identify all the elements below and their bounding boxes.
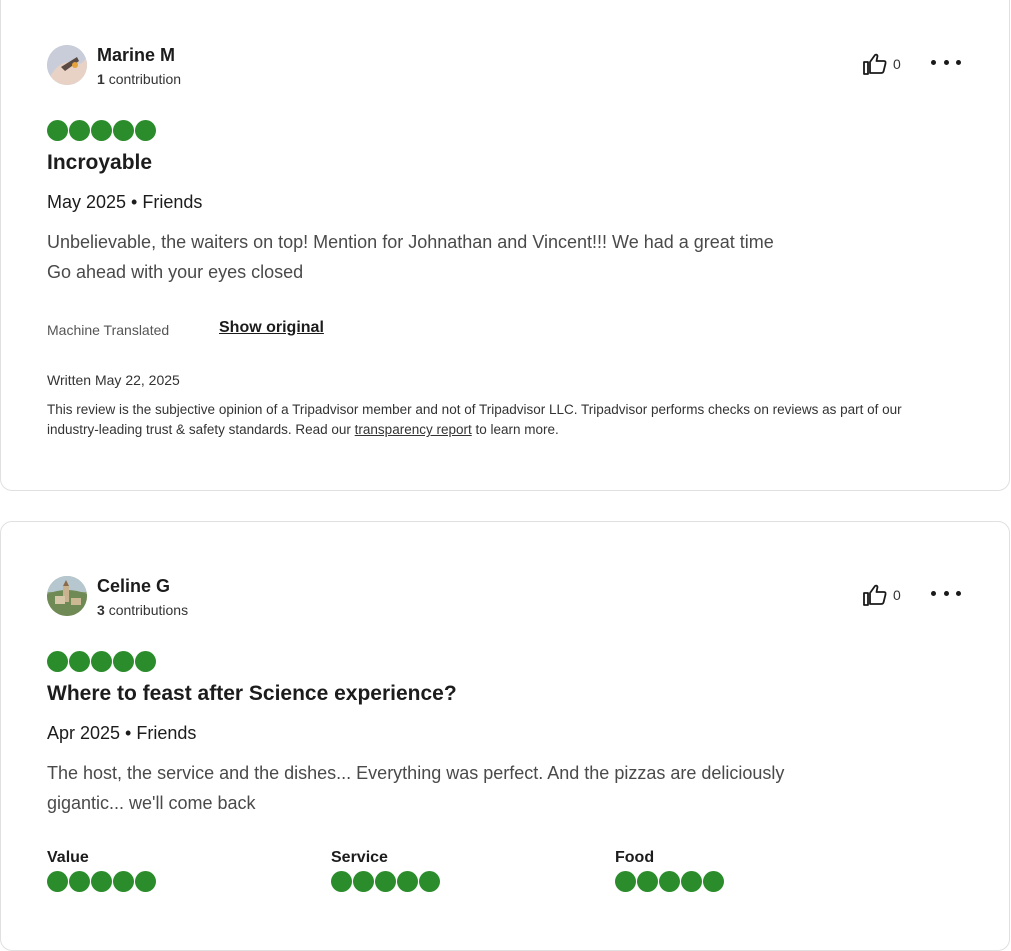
- review-card: Celine G 3 contributions 0 Where to feas…: [0, 521, 1010, 951]
- rating-bubble-icon: [47, 871, 68, 892]
- author-name[interactable]: Marine M: [97, 45, 181, 65]
- transparency-report-link[interactable]: transparency report: [355, 422, 472, 437]
- rating-bubble-icon: [135, 651, 156, 672]
- rating-bubble-icon: [47, 120, 68, 141]
- review-date-trip-type: May 2025 • Friends: [47, 192, 203, 212]
- rating-bubble-icon: [91, 120, 112, 141]
- show-original-link[interactable]: Show original: [219, 319, 324, 337]
- rating-bubble-icon: [397, 871, 418, 892]
- sub-rating-label: Food: [615, 849, 655, 866]
- avatar[interactable]: [47, 45, 87, 85]
- more-options-icon[interactable]: [931, 583, 961, 603]
- author-info: Marine M 1 contribution: [97, 45, 181, 87]
- rating-bubble-icon: [703, 871, 724, 892]
- review-text: The host, the service and the dishes... …: [47, 763, 785, 813]
- rating-bubble-icon: [353, 871, 374, 892]
- review-title[interactable]: Incroyable: [47, 151, 152, 175]
- review-text: Unbelievable, the waiters on top! Mentio…: [47, 232, 774, 282]
- rating-bubble-icon: [91, 871, 112, 892]
- rating-bubble-icon: [419, 871, 440, 892]
- rating-bubble-icon: [69, 871, 90, 892]
- rating-bubbles: [47, 651, 156, 672]
- rating-bubble-icon: [113, 120, 134, 141]
- sub-rating-value: Value: [47, 849, 156, 892]
- rating-bubble-icon: [113, 651, 134, 672]
- review-disclaimer: This review is the subjective opinion of…: [47, 402, 902, 437]
- review-card: Marine M 1 contribution 0 Incroyable May…: [0, 0, 1010, 491]
- helpful-vote-button[interactable]: 0: [863, 584, 901, 606]
- more-options-icon[interactable]: [931, 52, 961, 72]
- sub-rating-food: Food: [615, 849, 724, 892]
- rating-bubble-icon: [135, 871, 156, 892]
- thumbs-up-icon: [863, 53, 887, 75]
- rating-bubbles: [331, 871, 440, 892]
- rating-bubble-icon: [681, 871, 702, 892]
- rating-bubble-icon: [637, 871, 658, 892]
- rating-bubble-icon: [615, 871, 636, 892]
- author-name[interactable]: Celine G: [97, 576, 188, 596]
- rating-bubbles: [615, 871, 724, 892]
- contribution-count: 3 contributions: [97, 602, 189, 618]
- rating-bubble-icon: [375, 871, 396, 892]
- rating-bubble-icon: [659, 871, 680, 892]
- rating-bubble-icon: [331, 871, 352, 892]
- helpful-count: 0: [893, 587, 901, 603]
- sub-rating-service: Service: [331, 849, 440, 892]
- helpful-count: 0: [893, 56, 901, 72]
- rating-bubbles: [47, 120, 156, 141]
- rating-bubble-icon: [113, 871, 134, 892]
- contribution-count: 1 contribution: [97, 71, 182, 87]
- thumbs-up-icon: [863, 584, 887, 606]
- review-title[interactable]: Where to feast after Science experience?: [47, 682, 457, 706]
- rating-bubble-icon: [91, 651, 112, 672]
- sub-rating-label: Value: [47, 849, 89, 866]
- review-date-trip-type: Apr 2025 • Friends: [47, 723, 197, 743]
- rating-bubble-icon: [69, 120, 90, 141]
- avatar[interactable]: [47, 576, 87, 616]
- rating-bubble-icon: [47, 651, 68, 672]
- sub-rating-label: Service: [331, 849, 388, 866]
- author-info: Celine G 3 contributions: [97, 576, 188, 618]
- rating-bubble-icon: [69, 651, 90, 672]
- rating-bubble-icon: [135, 120, 156, 141]
- machine-translated-label: Machine Translated: [47, 322, 170, 338]
- rating-bubbles: [47, 871, 156, 892]
- helpful-vote-button[interactable]: 0: [863, 53, 901, 75]
- written-date: Written May 22, 2025: [47, 372, 180, 388]
